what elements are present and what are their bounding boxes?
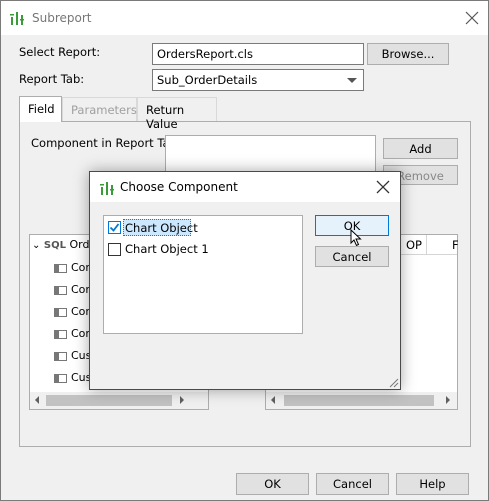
cancel-button[interactable]: Cancel <box>316 473 389 495</box>
ok-button[interactable]: OK <box>236 473 309 495</box>
close-icon[interactable] <box>463 9 481 27</box>
dialog-cancel-button[interactable]: Cancel <box>315 246 389 267</box>
scroll-thumb[interactable] <box>284 395 434 406</box>
field-icon <box>54 351 67 361</box>
tree-item[interactable]: Cor <box>54 305 90 318</box>
chart-object-1-checkbox[interactable] <box>108 243 121 256</box>
scroll-left-icon[interactable] <box>35 396 39 404</box>
window-title: Subreport <box>32 11 92 25</box>
field-icon <box>54 329 67 339</box>
table-header-f[interactable]: F <box>452 238 459 252</box>
tree-item[interactable]: Cor <box>54 283 90 296</box>
select-report-label: Select Report: <box>19 45 101 59</box>
component-checklist[interactable]: Chart Object Chart Object 1 <box>103 215 303 334</box>
choose-component-dialog: Choose Component Chart Object Chart Obje… <box>89 171 401 390</box>
tab-field[interactable]: Field <box>19 96 62 122</box>
select-report-field[interactable]: OrdersReport.cls <box>152 43 364 65</box>
report-bars-icon <box>10 12 24 25</box>
field-icon <box>54 307 67 317</box>
sql-icon: SQL <box>43 240 66 251</box>
component-label: Component in Report Tab: <box>31 136 181 150</box>
field-icon <box>54 263 67 273</box>
scroll-right-icon[interactable] <box>180 396 184 404</box>
add-button[interactable]: Add <box>383 138 458 159</box>
help-button[interactable]: Help <box>396 473 469 495</box>
tree-scrollbar[interactable] <box>30 392 208 409</box>
scroll-left-icon[interactable] <box>271 396 275 404</box>
report-tab-value: Sub_OrderDetails <box>157 73 258 87</box>
table-scrollbar[interactable] <box>266 392 457 409</box>
table-header-op[interactable]: OP <box>406 238 422 252</box>
chevron-down-icon <box>347 78 357 83</box>
report-tab-select[interactable]: Sub_OrderDetails <box>152 69 364 91</box>
title-bar: Subreport <box>1 1 488 35</box>
report-bars-icon <box>100 182 114 195</box>
field-icon <box>54 373 67 383</box>
column-divider <box>426 235 427 255</box>
list-item[interactable]: Chart Object <box>125 221 198 235</box>
mouse-cursor-icon <box>350 229 362 247</box>
list-item[interactable]: Chart Object 1 <box>125 242 209 256</box>
browse-button[interactable]: Browse... <box>367 43 449 65</box>
tree-item[interactable]: Cor <box>54 261 90 274</box>
dialog-title-bar: Choose Component <box>90 172 400 202</box>
tree-item[interactable]: Cus <box>54 349 91 362</box>
dialog-title: Choose Component <box>120 180 238 194</box>
tab-parameters[interactable]: Parameters <box>62 97 137 121</box>
field-icon <box>54 285 67 295</box>
checkmark-icon <box>109 223 120 232</box>
scroll-right-icon[interactable] <box>446 396 450 404</box>
resize-grip-icon[interactable] <box>387 376 399 388</box>
report-tab-label: Report Tab: <box>19 72 85 86</box>
tab-return-value[interactable]: Return Value <box>137 97 217 131</box>
chart-object-checkbox[interactable] <box>108 221 121 234</box>
tree-item[interactable]: Cus <box>54 371 91 384</box>
tree-item[interactable]: Cor <box>54 327 90 340</box>
collapse-chevron-icon[interactable]: ⌄ <box>32 240 40 251</box>
scroll-thumb[interactable] <box>46 395 172 406</box>
close-icon[interactable] <box>376 180 390 194</box>
